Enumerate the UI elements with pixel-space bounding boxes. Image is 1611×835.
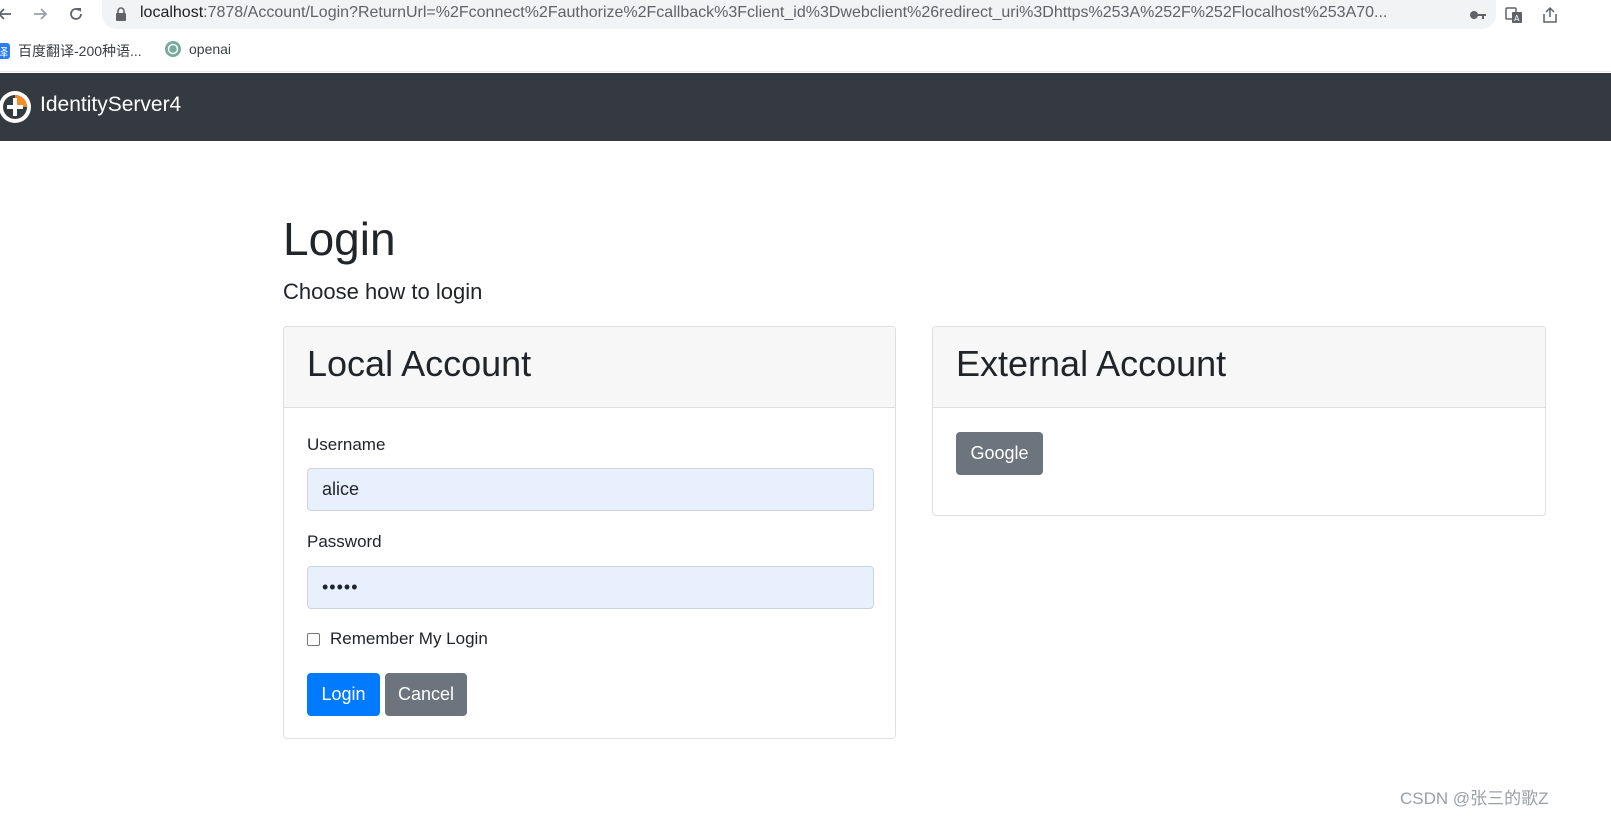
external-account-header: External Account	[933, 327, 1545, 408]
remember-login-label[interactable]: Remember My Login	[330, 629, 488, 649]
page-title: Login	[283, 213, 396, 265]
external-account-title: External Account	[956, 343, 1227, 384]
login-button[interactable]: Login	[307, 673, 380, 716]
username-label: Username	[307, 435, 386, 454]
baidu-translate-icon: 译	[0, 43, 10, 59]
bookmarks-bar: 译 百度翻译-200种语... openai	[0, 30, 1611, 72]
google-login-button[interactable]: Google	[956, 432, 1043, 475]
lock-icon[interactable]	[115, 7, 127, 26]
openai-icon	[165, 41, 181, 57]
page-lead: Choose how to login	[283, 279, 483, 304]
translate-icon[interactable]: A	[1504, 5, 1524, 25]
local-account-title: Local Account	[307, 343, 532, 384]
bookmark-openai[interactable]: openai	[165, 41, 231, 57]
password-label: Password	[307, 532, 382, 551]
share-icon[interactable]	[1540, 5, 1560, 25]
identityserver-logo-icon[interactable]	[0, 90, 32, 124]
password-input[interactable]: •••••	[307, 566, 874, 609]
bookmark-baidu-translate[interactable]: 译 百度翻译-200种语...	[0, 41, 142, 61]
back-icon[interactable]	[0, 3, 16, 25]
address-bar[interactable]: localhost:7878/Account/Login?ReturnUrl=%…	[102, 0, 1496, 29]
csdn-watermark: CSDN @张三的歌Z	[1400, 789, 1549, 808]
browser-toolbar: localhost:7878/Account/Login?ReturnUrl=%…	[0, 0, 1611, 30]
url-text[interactable]: localhost:7878/Account/Login?ReturnUrl=%…	[140, 4, 1460, 22]
svg-text:译: 译	[0, 46, 8, 59]
remember-login-checkbox[interactable]	[307, 633, 320, 646]
forward-icon[interactable]	[29, 3, 51, 25]
key-icon[interactable]	[1468, 5, 1488, 25]
local-account-header: Local Account	[284, 327, 895, 408]
external-account-card: External Account Google	[932, 326, 1546, 516]
bookmark-label: openai	[189, 41, 232, 57]
url-path: :7878/Account/Login?ReturnUrl=%2Fconnect…	[203, 4, 1388, 21]
reload-icon[interactable]	[65, 3, 87, 25]
username-input[interactable]	[307, 468, 874, 511]
url-host: localhost	[140, 4, 204, 21]
cancel-button[interactable]: Cancel	[385, 673, 467, 716]
navbar-brand[interactable]: IdentityServer4	[40, 93, 181, 117]
bookmark-label: 百度翻译-200种语...	[18, 43, 142, 59]
app-navbar: IdentityServer4	[0, 73, 1611, 141]
local-account-card: Local Account Username Password ••••• Re…	[283, 326, 896, 739]
svg-text:A: A	[1514, 14, 1520, 23]
